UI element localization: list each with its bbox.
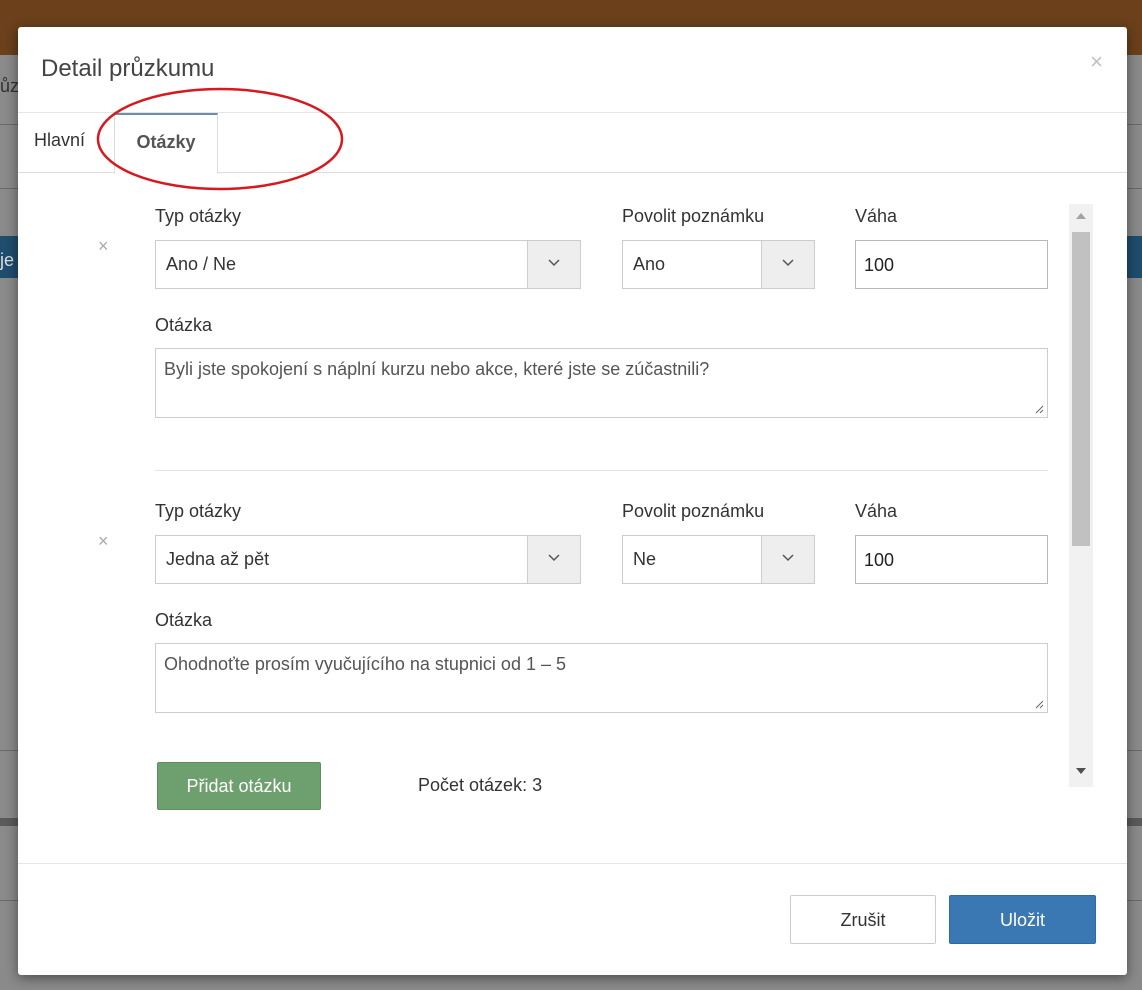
question-type-value: Jedna až pět	[166, 549, 270, 569]
chevron-down-icon	[527, 536, 580, 583]
question-text-label: Otázka	[155, 315, 213, 335]
question-divider	[155, 470, 1048, 471]
question-textarea[interactable]: Byli jste spokojení s náplní kurzu nebo …	[155, 348, 1048, 418]
question-type-select[interactable]: Ano / Ne	[155, 240, 581, 289]
question-type-label: Typ otázky	[155, 206, 242, 226]
modal-header: Detail průzkumu ×	[18, 27, 1127, 113]
allow-note-value: Ne	[633, 549, 657, 569]
question-count: Počet otázek: 3	[418, 775, 543, 795]
scroll-down-arrow-icon[interactable]	[1076, 768, 1086, 775]
weight-label: Váha	[855, 206, 898, 226]
question-text: Ohodnoťte prosím vyučujícího na stupnici…	[164, 654, 566, 674]
question-type-select[interactable]: Jedna až pět	[155, 535, 581, 584]
weight-input[interactable]: 100	[855, 240, 1048, 289]
weight-input[interactable]: 100	[855, 535, 1048, 584]
scrollbar-thumb[interactable]	[1072, 232, 1090, 546]
question-type-value: Ano / Ne	[166, 254, 237, 274]
allow-note-select[interactable]: Ano	[622, 240, 815, 289]
remove-question-icon[interactable]: ×	[98, 531, 109, 552]
chevron-down-icon	[761, 241, 814, 288]
resize-grip-icon[interactable]	[1034, 404, 1044, 414]
background-text-fragment: ůz	[0, 76, 20, 96]
resize-grip-icon[interactable]	[1034, 699, 1044, 709]
chevron-down-icon	[527, 241, 580, 288]
question-textarea[interactable]: Ohodnoťte prosím vyučujícího na stupnici…	[155, 643, 1048, 713]
chevron-down-icon	[761, 536, 814, 583]
vertical-scrollbar[interactable]	[1069, 204, 1093, 787]
remove-question-icon[interactable]: ×	[98, 236, 109, 257]
tab-main[interactable]: Hlavní	[34, 113, 114, 173]
question-type-label: Typ otázky	[155, 501, 242, 521]
close-icon[interactable]: ×	[1090, 49, 1103, 75]
allow-note-label: Povolit poznámku	[622, 501, 765, 521]
question-text: Byli jste spokojení s náplní kurzu nebo …	[164, 359, 710, 379]
questions-scroll-area: × Typ otázky Ano / Ne Povolit poznámku A…	[18, 174, 1127, 764]
tab-bar: Hlavní Otázky	[18, 113, 1127, 174]
modal-title: Detail průzkumu	[41, 55, 215, 82]
scroll-up-arrow-icon[interactable]	[1076, 212, 1086, 219]
tab-questions[interactable]: Otázky	[114, 113, 218, 174]
question-text-label: Otázka	[155, 610, 213, 630]
allow-note-select[interactable]: Ne	[622, 535, 815, 584]
allow-note-value: Ano	[633, 254, 666, 274]
weight-label: Váha	[855, 501, 898, 521]
modal-footer-divider	[18, 863, 1127, 864]
add-question-button[interactable]: Přidat otázku	[157, 762, 321, 810]
save-button[interactable]: Uložit	[949, 895, 1096, 944]
cancel-button[interactable]: Zrušit	[790, 895, 936, 944]
background-text-fragment: je	[0, 250, 15, 270]
allow-note-label: Povolit poznámku	[622, 206, 765, 226]
survey-detail-modal: Detail průzkumu × Hlavní Otázky × Typ ot…	[18, 27, 1127, 975]
